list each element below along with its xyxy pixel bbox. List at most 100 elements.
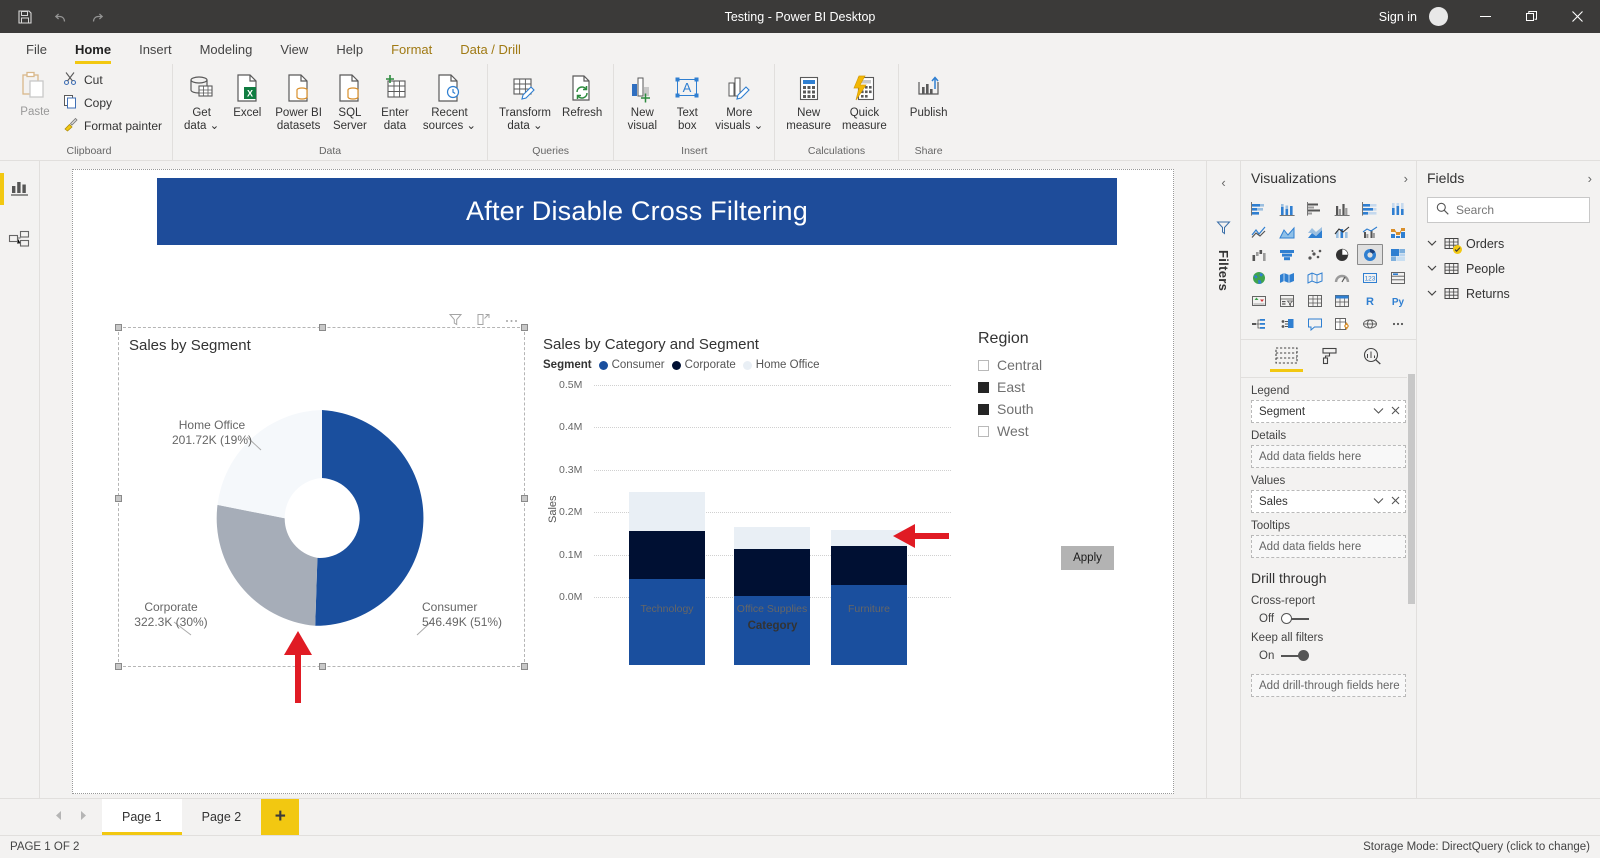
filters-expand-chevron-left-icon[interactable]: ‹ xyxy=(1221,175,1225,190)
model-view-button[interactable] xyxy=(0,223,40,259)
viz-100-stacked-column-chart[interactable] xyxy=(1385,198,1411,219)
bar-seg-office-supplies-corporate[interactable] xyxy=(734,548,810,596)
visualizations-pane-scrollbar[interactable] xyxy=(1407,374,1416,798)
resize-handle-se[interactable] xyxy=(521,663,528,670)
chevron-down-icon[interactable] xyxy=(1373,496,1384,508)
viz-funnel-chart[interactable] xyxy=(1274,244,1300,265)
well-values[interactable]: Sales xyxy=(1251,490,1406,513)
field-table-people[interactable]: People xyxy=(1417,256,1600,281)
field-table-orders[interactable]: Orders xyxy=(1417,231,1600,256)
fields-search-box[interactable] xyxy=(1427,197,1590,223)
viz-arcgis-map[interactable] xyxy=(1357,313,1383,334)
viz-gauge[interactable] xyxy=(1330,267,1356,288)
avatar[interactable] xyxy=(1429,7,1448,26)
keep-all-filters-toggle[interactable] xyxy=(1281,650,1310,662)
viz-ribbon-chart[interactable] xyxy=(1385,221,1411,242)
filters-pane-collapsed[interactable]: ‹ Filters xyxy=(1206,161,1240,798)
viz-area-chart[interactable] xyxy=(1274,221,1300,242)
cut-button[interactable]: Cut xyxy=(59,69,166,91)
publish-button[interactable]: Publish xyxy=(905,69,953,123)
page-tab-page-2[interactable]: Page 2 xyxy=(181,799,262,835)
viz-kpi[interactable] xyxy=(1246,290,1272,311)
sign-in-button[interactable]: Sign in xyxy=(1371,10,1425,24)
resize-handle-n[interactable] xyxy=(319,324,326,331)
paste-button[interactable]: Paste xyxy=(12,69,58,120)
viz-map[interactable] xyxy=(1246,267,1272,288)
enter-data-button[interactable]: Enter data xyxy=(373,69,417,136)
viz-paginated-report[interactable] xyxy=(1330,313,1356,334)
viz-key-influencers[interactable] xyxy=(1274,313,1300,334)
bar-seg-furniture-home-office[interactable] xyxy=(831,530,907,547)
slicer-item-east[interactable]: East xyxy=(978,376,1128,398)
bar-seg-technology-home-office[interactable] xyxy=(629,492,705,532)
resize-handle-w[interactable] xyxy=(115,495,122,502)
redo-icon[interactable] xyxy=(86,6,108,28)
minimize-button[interactable] xyxy=(1462,0,1508,33)
checkbox-east[interactable] xyxy=(978,381,989,393)
add-page-button[interactable]: + xyxy=(261,799,300,835)
visual-sales-by-category-and-segment[interactable]: Sales by Category and Segment Segment Co… xyxy=(541,327,961,677)
viz-treemap[interactable] xyxy=(1385,244,1411,265)
viz-stacked-area-chart[interactable] xyxy=(1302,221,1328,242)
checkbox-central[interactable] xyxy=(978,359,989,371)
bar-seg-office-supplies-home-office[interactable] xyxy=(734,527,810,549)
page-tab-page-1[interactable]: Page 1 xyxy=(102,799,182,835)
viz-card[interactable]: 123 xyxy=(1357,267,1383,288)
viz-waterfall-chart[interactable] xyxy=(1246,244,1272,265)
slicer-item-south[interactable]: South xyxy=(978,398,1128,420)
resize-handle-sw[interactable] xyxy=(115,663,122,670)
checkbox-south[interactable] xyxy=(978,403,989,415)
legend-item-corporate[interactable]: Corporate xyxy=(671,359,736,371)
viz-slicer[interactable] xyxy=(1274,290,1300,311)
chevron-down-icon[interactable] xyxy=(1373,406,1384,418)
remove-field-close-icon[interactable] xyxy=(1391,496,1400,508)
viz-python-visual[interactable]: Py xyxy=(1385,290,1411,311)
resize-handle-ne[interactable] xyxy=(521,324,528,331)
resize-handle-s[interactable] xyxy=(319,663,326,670)
viz-donut-chart[interactable] xyxy=(1357,244,1384,265)
well-details[interactable]: Add data fields here xyxy=(1251,445,1406,468)
format-painter-button[interactable]: Format painter xyxy=(59,115,166,137)
cross-report-toggle[interactable] xyxy=(1281,613,1310,625)
well-legend[interactable]: Segment xyxy=(1251,400,1406,423)
report-view-button[interactable] xyxy=(0,171,40,207)
powerbi-datasets-button[interactable]: Power BI datasets xyxy=(270,69,327,136)
viz-line-stacked-column-chart[interactable] xyxy=(1330,221,1356,242)
get-data-button[interactable]: Get data ⌄ xyxy=(179,69,224,136)
slicer-item-central[interactable]: Central xyxy=(978,354,1128,376)
report-canvas[interactable]: After Disable Cross Filtering Sales by S… xyxy=(72,169,1174,794)
ribbon-tab-view[interactable]: View xyxy=(266,38,322,64)
well-tooltips[interactable]: Add data fields here xyxy=(1251,535,1406,558)
format-tab[interactable] xyxy=(1320,347,1340,372)
new-measure-button[interactable]: New measure xyxy=(781,69,836,136)
well-drill-through[interactable]: Add drill-through fields here xyxy=(1251,674,1406,697)
resize-handle-e[interactable] xyxy=(521,495,528,502)
focus-mode-icon[interactable] xyxy=(476,312,491,327)
more-options-icon[interactable] xyxy=(504,312,519,327)
copy-button[interactable]: Copy xyxy=(59,92,166,114)
viz-stacked-column-chart[interactable] xyxy=(1274,198,1300,219)
checkbox-west[interactable] xyxy=(978,425,989,437)
viz-pie-chart[interactable] xyxy=(1330,244,1356,265)
viz-filled-map[interactable] xyxy=(1274,267,1300,288)
excel-button[interactable]: X Excel xyxy=(225,69,269,123)
remove-field-close-icon[interactable] xyxy=(1391,406,1400,418)
analytics-tab[interactable] xyxy=(1362,347,1382,372)
viz-line-clustered-column-chart[interactable] xyxy=(1357,221,1383,242)
viz-shape-map[interactable] xyxy=(1302,267,1328,288)
undo-icon[interactable] xyxy=(50,6,72,28)
page-next-chevron-right-icon[interactable] xyxy=(79,810,88,824)
refresh-button[interactable]: Refresh xyxy=(557,69,607,123)
ribbon-tab-format[interactable]: Format xyxy=(377,38,446,64)
viz-matrix[interactable] xyxy=(1330,290,1356,311)
viz-clustered-column-chart[interactable] xyxy=(1330,198,1356,219)
viz-scatter-chart[interactable] xyxy=(1302,244,1328,265)
chevron-down-icon[interactable] xyxy=(1427,289,1437,299)
ribbon-tab-insert[interactable]: Insert xyxy=(125,38,186,64)
fields-tab[interactable] xyxy=(1270,347,1303,372)
viz-decomposition-tree[interactable] xyxy=(1246,313,1272,334)
legend-item-consumer[interactable]: Consumer xyxy=(598,359,665,371)
bar-seg-technology-corporate[interactable] xyxy=(629,531,705,579)
transform-data-button[interactable]: Transform data ⌄ xyxy=(494,69,556,136)
sql-server-button[interactable]: SQL Server xyxy=(328,69,372,136)
